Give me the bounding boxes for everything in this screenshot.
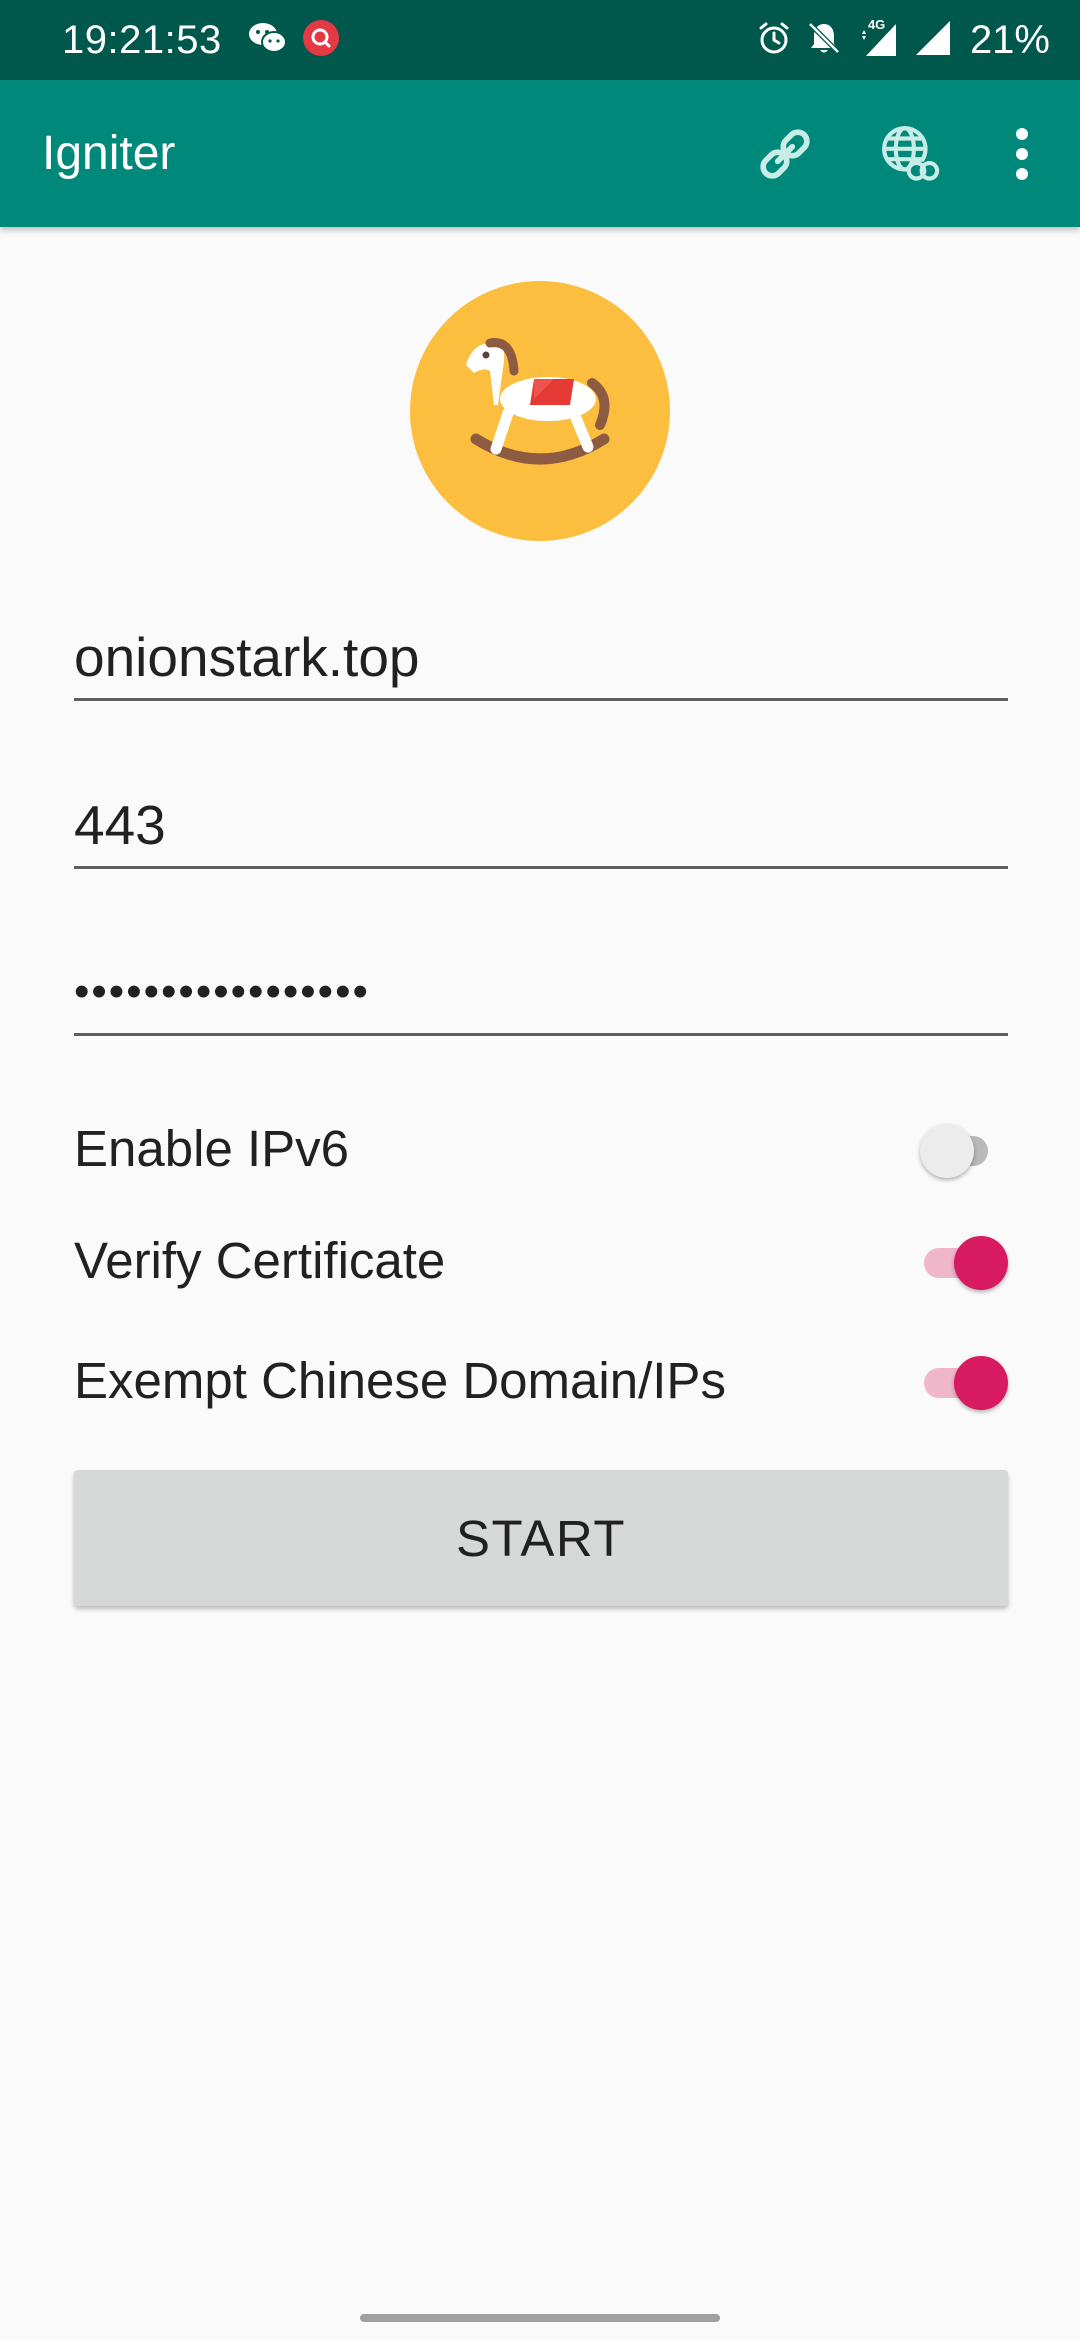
option-verify-certificate: Verify Certificate (74, 1216, 1008, 1306)
link-icon (760, 129, 810, 179)
option-label: Enable IPv6 (74, 1120, 350, 1177)
wechat-icon (248, 20, 288, 61)
option-label: Exempt Chinese Domain/IPs (74, 1352, 726, 1409)
status-time: 19:21:53 (62, 18, 222, 62)
status-right: 4G 21% (756, 14, 1050, 66)
server-address-field[interactable] (74, 618, 1008, 701)
server-port-input[interactable] (74, 792, 1008, 858)
switch-thumb (954, 1356, 1008, 1410)
switch-thumb (920, 1124, 974, 1178)
option-exempt-chinese-domains: Exempt Chinese Domain/IPs (74, 1336, 1008, 1426)
bell-off-icon (806, 20, 842, 61)
password-field[interactable] (74, 953, 1008, 1036)
start-button[interactable]: START (74, 1470, 1008, 1606)
switch-thumb (954, 1236, 1008, 1290)
app-title: Igniter (42, 127, 176, 180)
link-button[interactable] (745, 114, 825, 194)
battery-percent: 21% (969, 18, 1050, 62)
more-options-button[interactable] (982, 114, 1062, 194)
notification-app-icon (302, 19, 340, 62)
status-bar: 19:21:53 4G 21% (0, 0, 1080, 80)
server-port-field[interactable] (74, 786, 1008, 869)
verify-certificate-switch[interactable] (904, 1226, 1008, 1296)
option-label: Verify Certificate (74, 1232, 446, 1289)
4g-signal-icon: 4G (856, 18, 900, 60)
app-logo (410, 281, 670, 541)
option-enable-ipv6: Enable IPv6 (74, 1104, 1008, 1194)
gesture-nav-handle[interactable] (360, 2314, 720, 2322)
exempt-chinese-domains-switch[interactable] (904, 1346, 1008, 1416)
globe-link-icon (882, 126, 940, 181)
alarm-icon (756, 20, 792, 61)
enable-ipv6-switch[interactable] (904, 1114, 1008, 1184)
app-bar: Igniter (0, 80, 1080, 227)
signal-icon (914, 19, 952, 62)
status-left-icons (248, 19, 340, 62)
more-options-icon (1016, 128, 1028, 180)
rocking-horse-icon (466, 338, 610, 465)
password-input[interactable] (74, 959, 1008, 1025)
globe-link-button[interactable] (870, 114, 950, 194)
server-address-input[interactable] (74, 624, 1008, 690)
